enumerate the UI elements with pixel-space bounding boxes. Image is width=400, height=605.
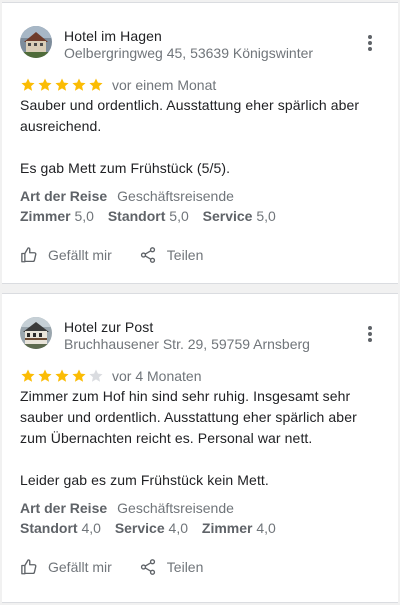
review-time: vor 4 Monaten [112, 368, 202, 384]
subrating-label: Zimmer [201, 519, 253, 536]
trip-type-row: Art der Reise Geschäftsreisende [20, 187, 276, 207]
review-card: Hotel im Hagen Oelbergringweg 45, 53639 … [2, 2, 398, 284]
subrating-label: Standort [20, 519, 78, 536]
thumb-up-icon [21, 559, 37, 575]
review-text-line: ausreichend. [20, 118, 102, 134]
rating-row: vor 4 Monaten [20, 367, 202, 385]
subrating-value: 4,0 [256, 519, 276, 536]
star-icon [21, 369, 35, 382]
subratings-row: Zimmer 5,0 Standort 5,0 Service 5,0 [20, 207, 276, 227]
review-header: Hotel zur Post Bruchhausener Str. 29, 59… [20, 316, 388, 356]
star-icon [38, 369, 52, 382]
review-time: vor einem Monat [112, 77, 217, 93]
star-icon [21, 78, 35, 91]
like-label: Gefällt mir [48, 559, 112, 575]
review-actions: Gefällt mir Teilen [20, 245, 230, 265]
subrating-label: Zimmer [20, 207, 71, 224]
more-vert-icon[interactable] [362, 35, 378, 53]
star-icon [38, 78, 52, 91]
review-text-line: zum Übernachten reicht es. Personal war … [20, 430, 313, 446]
star-icon [55, 369, 69, 382]
hotel-address: Oelbergringweg 45, 53639 Königswinter [64, 45, 314, 61]
star-empty-icon [89, 369, 103, 382]
review-actions: Gefällt mir Teilen [20, 557, 230, 577]
review-text-line: Sauber und ordentlich. Ausstattung eher … [20, 97, 360, 113]
hotel-thumbnail[interactable] [20, 26, 52, 58]
share-button[interactable]: Teilen [139, 558, 204, 576]
subrating-label: Standort [107, 207, 166, 224]
like-button[interactable]: Gefällt mir [20, 558, 112, 576]
share-label: Teilen [166, 559, 204, 575]
share-icon [140, 559, 155, 575]
share-button[interactable]: Teilen [139, 246, 204, 264]
review-text: Sauber und ordentlich. Ausstattung eher … [20, 95, 380, 179]
like-button[interactable]: Gefällt mir [20, 246, 112, 264]
more-vert-icon[interactable] [362, 326, 378, 344]
star-icon [89, 78, 103, 91]
hotel-thumbnail[interactable] [20, 317, 52, 349]
thumb-up-icon [21, 247, 37, 263]
review-text: Zimmer zum Hof hin sind sehr ruhig. Insg… [20, 386, 380, 491]
review-feed: Hotel im Hagen Oelbergringweg 45, 53639 … [0, 0, 400, 605]
trip-type-value: Geschäftsreisende [117, 500, 234, 516]
review-text-line: Es gab Mett zum Frühstück (5/5). [20, 160, 231, 176]
rating-row: vor einem Monat [20, 76, 216, 94]
star-icon [72, 369, 86, 382]
review-header: Hotel im Hagen Oelbergringweg 45, 53639 … [20, 25, 388, 65]
subrating-value: 5,0 [256, 207, 276, 224]
trip-type-label: Art der Reise [20, 188, 108, 204]
subrating-label: Service [202, 207, 253, 224]
review-text-line: Zimmer zum Hof hin sind sehr ruhig. Insg… [20, 388, 351, 404]
review-text-line: sauber und ordentlich. Ausstattung eher … [20, 409, 357, 425]
hotel-name[interactable]: Hotel im Hagen [64, 28, 162, 44]
trip-type-row: Art der Reise Geschäftsreisende [20, 499, 276, 519]
subrating-value: 4,0 [168, 519, 188, 536]
subrating-value: 4,0 [81, 519, 101, 536]
share-icon [140, 247, 155, 263]
share-label: Teilen [166, 247, 204, 263]
star-icon [55, 78, 69, 91]
review-meta: Art der Reise Geschäftsreisende Standort … [20, 499, 276, 538]
subratings-row: Standort 4,0 Service 4,0 Zimmer 4,0 [20, 519, 276, 539]
subrating-value: 5,0 [169, 207, 189, 224]
star-rating [20, 368, 105, 384]
like-label: Gefällt mir [48, 247, 112, 263]
review-text-line: Leider gab es zum Frühstück kein Mett. [20, 472, 269, 488]
hotel-name[interactable]: Hotel zur Post [64, 319, 153, 335]
subrating-value: 5,0 [74, 207, 94, 224]
star-rating [20, 77, 105, 93]
trip-type-label: Art der Reise [20, 500, 108, 516]
review-card: Hotel zur Post Bruchhausener Str. 29, 59… [2, 293, 398, 603]
star-icon [72, 78, 86, 91]
trip-type-value: Geschäftsreisende [117, 188, 234, 204]
hotel-address: Bruchhausener Str. 29, 59759 Arnsberg [64, 336, 310, 352]
subrating-label: Service [114, 519, 165, 536]
review-meta: Art der Reise Geschäftsreisende Zimmer 5,… [20, 187, 276, 226]
